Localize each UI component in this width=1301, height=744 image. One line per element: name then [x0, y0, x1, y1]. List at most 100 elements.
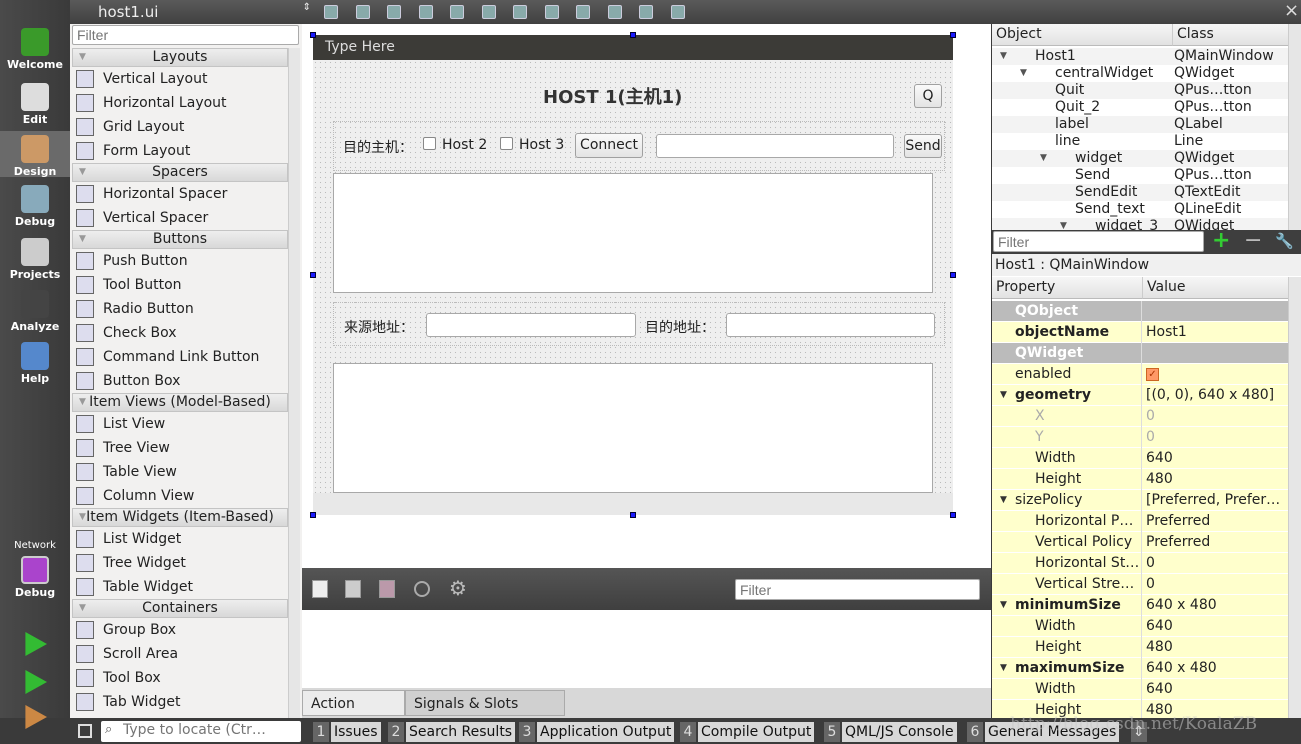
property-row[interactable]: Width 640 — [992, 679, 1288, 700]
tab-signals-slots-editor[interactable]: Signals & Slots Editor — [405, 690, 565, 738]
locator-input[interactable]: ⌕ — [101, 721, 301, 742]
property-scrollbar[interactable] — [1288, 277, 1301, 718]
section-spacers[interactable]: Spacers — [72, 163, 288, 182]
resize-handle[interactable] — [950, 32, 956, 38]
section-containers[interactable]: Containers — [72, 599, 288, 618]
value-column-header[interactable]: Value — [1142, 277, 1288, 299]
object-row[interactable]: line Line — [992, 133, 1288, 150]
widget-vertical-spacer[interactable]: Vertical Spacer — [74, 206, 288, 230]
widget-tab-widget[interactable]: Tab Widget — [74, 690, 288, 714]
tab-action-editor[interactable]: Action Editor — [302, 690, 405, 738]
object-row[interactable]: label QLabel — [992, 116, 1288, 133]
pane-application-output[interactable]: 3 Application Output — [519, 722, 675, 742]
mode-debug[interactable]: Debug — [0, 185, 70, 229]
resize-handle[interactable] — [950, 512, 956, 518]
widget-button-box[interactable]: Button Box — [74, 369, 288, 393]
property-row[interactable]: Height 480 — [992, 469, 1288, 490]
widget-form-layout[interactable]: Form Layout — [74, 139, 288, 163]
mode-projects[interactable]: Projects — [0, 238, 70, 282]
property-value[interactable]: Preferred — [1143, 532, 1288, 553]
property-value[interactable]: 640 x 480 — [1143, 595, 1288, 616]
action-filter-input[interactable] — [735, 579, 980, 600]
pane-compile-output[interactable]: 4 Compile Output — [680, 722, 815, 742]
property-value[interactable]: 480 — [1143, 637, 1288, 658]
lay-out-in-grid-icon[interactable] — [607, 5, 622, 19]
class-column-header[interactable]: Class — [1172, 24, 1288, 46]
property-value[interactable]: 0 — [1143, 427, 1288, 448]
locator-field[interactable] — [123, 722, 297, 738]
gear-icon[interactable]: ⚙ — [449, 576, 467, 600]
expand-arrow-icon[interactable]: ▼ — [1000, 48, 1007, 65]
expand-arrow-icon[interactable]: ▼ — [1000, 595, 1007, 616]
horizontal-splitter-icon[interactable] — [513, 5, 527, 19]
object-row[interactable]: ▼ Host1 QMainWindow — [992, 48, 1288, 65]
widget-table-widget[interactable]: Table Widget — [74, 575, 288, 599]
type-here-menu[interactable]: Type Here — [325, 39, 395, 55]
resize-handle[interactable] — [630, 512, 636, 518]
send-button[interactable]: Send — [904, 134, 942, 158]
property-value[interactable]: 480 — [1143, 469, 1288, 490]
widget-scroll-area[interactable]: Scroll Area — [74, 642, 288, 666]
object-row[interactable]: ▼ centralWidget QWidget — [992, 65, 1288, 82]
widget-filter-input[interactable] — [72, 25, 299, 45]
widget-radio-button[interactable]: Radio Button — [74, 297, 288, 321]
property-row[interactable]: Width 640 — [992, 448, 1288, 469]
resize-handle[interactable] — [630, 32, 636, 38]
lay-out-vertically-icon[interactable] — [481, 5, 496, 19]
property-row[interactable]: minimumSize ▼ 640 x 480 — [992, 595, 1288, 616]
property-filter-input[interactable] — [993, 231, 1204, 252]
delete-action-icon[interactable] — [414, 581, 430, 597]
property-row[interactable]: QObject — [992, 301, 1288, 322]
paste-action-icon[interactable] — [379, 580, 395, 598]
property-row[interactable]: maximumSize ▼ 640 x 480 — [992, 658, 1288, 679]
object-row[interactable]: Quit_2 QPus…tton — [992, 99, 1288, 116]
lay-out-in-form-icon[interactable] — [576, 5, 590, 19]
receive-text-edit[interactable] — [333, 363, 933, 493]
property-value[interactable]: 640 x 480 — [1143, 658, 1288, 679]
section-layouts[interactable]: Layouts — [72, 48, 288, 67]
property-value[interactable]: 0 — [1143, 406, 1288, 427]
copy-action-icon[interactable] — [345, 580, 361, 598]
pane-qml-js-console[interactable]: 5 QML/JS Console — [824, 722, 957, 742]
property-value[interactable]: 640 — [1143, 448, 1288, 469]
debug-run-icon[interactable] — [25, 670, 47, 694]
resize-handle[interactable] — [310, 272, 316, 278]
property-row[interactable]: sizePolicy ▼ [Preferred, Prefer… — [992, 490, 1288, 511]
property-column-header[interactable]: Property — [992, 277, 1142, 299]
property-row[interactable]: Y0 — [992, 427, 1288, 448]
mode-help[interactable]: Help — [0, 342, 70, 386]
widget-column-view[interactable]: Column View — [74, 484, 288, 508]
property-value[interactable]: 0 — [1143, 553, 1288, 574]
expand-arrow-icon[interactable]: ▼ — [1000, 658, 1007, 679]
mode-welcome[interactable]: Welcome — [0, 28, 70, 72]
object-row[interactable]: Quit QPus…tton — [992, 82, 1288, 99]
expand-arrow-icon[interactable]: ▼ — [1000, 490, 1007, 511]
close-icon[interactable]: × — [1284, 0, 1299, 21]
expand-arrow-icon[interactable]: ▼ — [1020, 65, 1027, 82]
object-column-header[interactable]: Object — [992, 24, 1172, 46]
property-row[interactable]: Width 640 — [992, 616, 1288, 637]
menu-bar[interactable]: Type Here — [313, 35, 953, 60]
property-row[interactable]: Horizontal St… 0 — [992, 553, 1288, 574]
add-dynamic-property-icon[interactable]: + — [1212, 228, 1230, 253]
kit-selector[interactable]: Debug — [0, 556, 70, 599]
property-value[interactable]: 640 — [1143, 616, 1288, 637]
toggle-sidebar-icon[interactable] — [78, 724, 92, 738]
lay-out-horizontally-icon[interactable] — [450, 5, 464, 19]
pane-search-results[interactable]: 2 Search Results — [388, 722, 516, 742]
widget-box-scrollbar[interactable] — [288, 48, 300, 718]
expand-arrow-icon[interactable]: ▼ — [1040, 150, 1047, 167]
quit-button[interactable]: Q — [914, 84, 942, 108]
property-value[interactable]: Host1 — [1143, 322, 1288, 343]
widget-tool-button[interactable]: Tool Button — [74, 273, 288, 297]
property-row[interactable]: Vertical Stre… 0 — [992, 574, 1288, 595]
break-layout-icon[interactable] — [639, 5, 653, 19]
property-value[interactable]: Preferred — [1143, 511, 1288, 532]
resize-handle[interactable] — [310, 512, 316, 518]
widget-command-link-button[interactable]: Command Link Button — [74, 345, 288, 369]
section-buttons[interactable]: Buttons — [72, 230, 288, 249]
property-row[interactable]: objectName Host1 — [992, 322, 1288, 343]
widget-grid-layout[interactable]: Grid Layout — [74, 115, 288, 139]
property-row[interactable]: Vertical Policy Preferred — [992, 532, 1288, 553]
expand-arrow-icon[interactable]: ▼ — [1060, 218, 1067, 230]
